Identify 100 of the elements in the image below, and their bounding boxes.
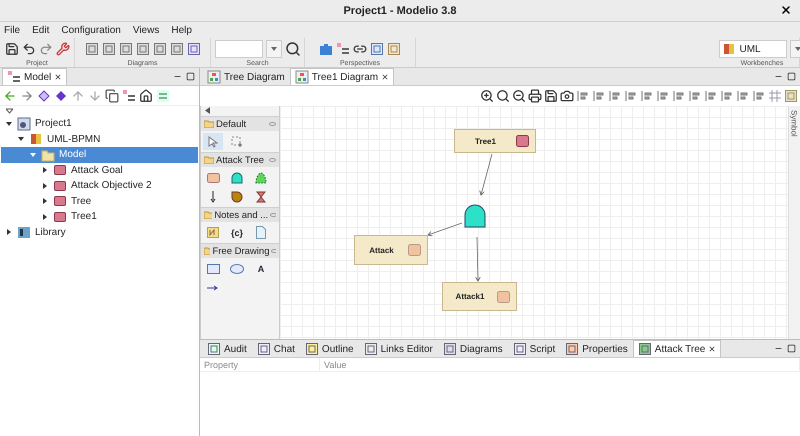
tree-icon[interactable] bbox=[122, 88, 136, 102]
maximize-icon[interactable] bbox=[787, 72, 796, 81]
camera-icon[interactable] bbox=[560, 89, 574, 103]
close-icon[interactable] bbox=[708, 345, 716, 353]
search-field[interactable] bbox=[214, 40, 262, 58]
down-arrow-icon bbox=[210, 190, 216, 202]
save-icon[interactable] bbox=[544, 89, 558, 103]
cube-icon bbox=[722, 42, 736, 56]
panel-tab[interactable]: Model bbox=[2, 68, 68, 85]
menu-item[interactable]: Configuration bbox=[61, 24, 121, 36]
menu-item[interactable]: Help bbox=[171, 24, 192, 36]
editor-tab[interactable]: Tree1 Diagram bbox=[290, 68, 394, 85]
tree-item[interactable]: UML-BPMN bbox=[1, 132, 198, 147]
dropdown-button[interactable] bbox=[266, 40, 282, 58]
view-icon[interactable] bbox=[364, 342, 378, 356]
align-icon[interactable] bbox=[736, 89, 750, 103]
undo-icon[interactable] bbox=[22, 42, 36, 56]
view-icon[interactable] bbox=[304, 342, 319, 356]
zoom-reset-icon[interactable] bbox=[496, 89, 510, 103]
tree-item[interactable]: Model bbox=[1, 147, 198, 162]
search-icon[interactable] bbox=[284, 41, 300, 57]
zoom-out-icon[interactable] bbox=[512, 89, 526, 103]
diagram-node: Attack1 bbox=[442, 282, 517, 311]
back-icon[interactable] bbox=[3, 88, 17, 102]
align-icon[interactable] bbox=[752, 89, 766, 103]
align-icon[interactable] bbox=[720, 89, 734, 103]
view-icon[interactable] bbox=[638, 342, 652, 356]
diagram-icon[interactable] bbox=[84, 42, 98, 56]
tree-item[interactable]: Attack Goal bbox=[1, 162, 198, 178]
menu-item[interactable]: Edit bbox=[32, 24, 50, 36]
table-icon[interactable] bbox=[186, 42, 200, 56]
palette-section[interactable]: Free Drawing bbox=[201, 243, 279, 258]
palette-tool[interactable]: A bbox=[251, 260, 271, 277]
workbench-select[interactable]: UML bbox=[718, 40, 786, 58]
view-menu-icon[interactable] bbox=[6, 108, 13, 114]
diagram-icon[interactable] bbox=[170, 42, 184, 56]
arrow-icon bbox=[207, 284, 219, 290]
wrench-icon[interactable] bbox=[56, 42, 70, 56]
element-icon bbox=[408, 244, 421, 256]
palette-section[interactable]: Default bbox=[201, 116, 279, 131]
expanded-arrow-icon[interactable] bbox=[6, 120, 12, 127]
zoom-in-icon[interactable] bbox=[480, 89, 494, 103]
tree-item[interactable]: Attack Objective 2 bbox=[1, 178, 198, 194]
hierarchy-icon[interactable] bbox=[387, 42, 401, 56]
palette-section[interactable]: Notes and ... bbox=[201, 207, 279, 222]
home-icon[interactable] bbox=[139, 88, 153, 102]
diagram-icon[interactable] bbox=[118, 42, 132, 56]
align-icon[interactable] bbox=[624, 89, 638, 103]
view-icon[interactable] bbox=[512, 342, 527, 356]
view-icon[interactable] bbox=[207, 342, 221, 356]
collapse-palette-icon[interactable] bbox=[205, 107, 210, 114]
ellipse-icon bbox=[230, 264, 244, 274]
forward-icon[interactable] bbox=[20, 88, 34, 102]
collapsed-arrow-icon[interactable] bbox=[42, 182, 48, 189]
palette-section[interactable]: Attack Tree bbox=[201, 152, 279, 167]
collapsed-arrow-icon[interactable] bbox=[42, 214, 48, 220]
align-icon[interactable] bbox=[640, 89, 654, 103]
tree-item[interactable]: Tree bbox=[1, 194, 198, 209]
collapsed-arrow-icon[interactable] bbox=[42, 167, 48, 174]
close-icon[interactable] bbox=[54, 73, 62, 81]
diagram-icon[interactable] bbox=[152, 42, 166, 56]
align-icon[interactable] bbox=[688, 89, 702, 103]
diamond-icon[interactable] bbox=[54, 88, 68, 102]
collapsed-arrow-icon[interactable] bbox=[6, 229, 12, 236]
layer-icon[interactable] bbox=[784, 89, 798, 103]
grid-icon[interactable] bbox=[768, 89, 782, 103]
print-icon[interactable] bbox=[528, 89, 542, 103]
view-icon[interactable] bbox=[565, 342, 580, 356]
align-icon[interactable] bbox=[672, 89, 686, 103]
diamond-icon[interactable] bbox=[37, 88, 51, 102]
element-icon bbox=[53, 194, 67, 208]
grid-icon[interactable] bbox=[370, 42, 384, 56]
align-icon[interactable] bbox=[576, 89, 590, 103]
column-header: Property bbox=[200, 358, 320, 371]
close-icon[interactable] bbox=[381, 73, 390, 81]
view-icon[interactable] bbox=[256, 342, 271, 356]
collapsed-arrow-icon[interactable] bbox=[42, 198, 48, 204]
tree-item[interactable]: Library bbox=[1, 224, 198, 240]
tree-item[interactable]: Project1 bbox=[1, 116, 198, 132]
view-icon[interactable] bbox=[442, 342, 457, 356]
diagram-icon[interactable] bbox=[136, 42, 150, 56]
save-icon[interactable] bbox=[4, 42, 18, 56]
align-icon[interactable] bbox=[592, 89, 606, 103]
sync-icon[interactable] bbox=[156, 88, 170, 102]
diagram-icon[interactable] bbox=[102, 42, 116, 56]
tree-icon[interactable] bbox=[336, 42, 350, 56]
briefcase-icon[interactable] bbox=[319, 42, 333, 56]
expanded-arrow-icon[interactable] bbox=[18, 136, 24, 142]
align-icon[interactable] bbox=[704, 89, 718, 103]
view-tab[interactable]: Attack Tree bbox=[632, 340, 722, 357]
align-icon[interactable] bbox=[608, 89, 622, 103]
marquee-icon bbox=[231, 136, 243, 148]
palette-tool[interactable]: {c} bbox=[227, 224, 247, 241]
maximize-icon[interactable] bbox=[186, 72, 195, 81]
maximize-icon[interactable] bbox=[787, 344, 796, 353]
tree-item[interactable]: Tree1 bbox=[1, 209, 198, 224]
menu-item[interactable]: File bbox=[4, 24, 20, 36]
library-icon bbox=[17, 225, 31, 240]
menu-item[interactable]: Views bbox=[132, 24, 160, 36]
align-icon[interactable] bbox=[656, 89, 670, 103]
